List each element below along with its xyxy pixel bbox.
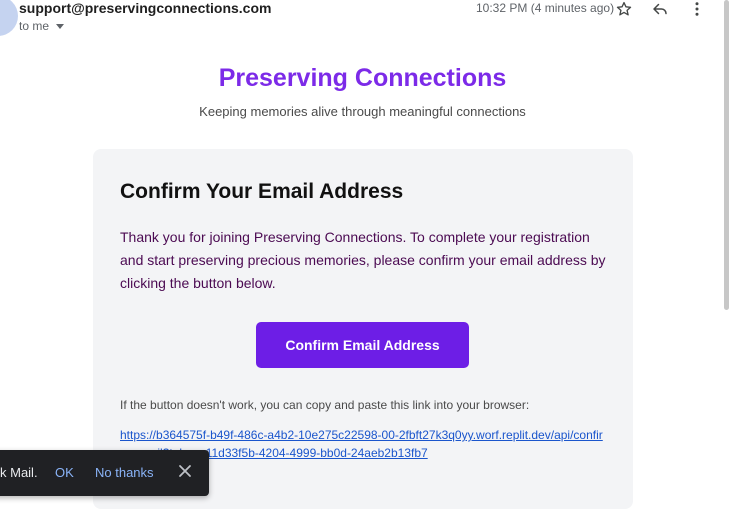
reply-icon[interactable] (651, 0, 669, 18)
confirm-email-button[interactable]: Confirm Email Address (256, 322, 469, 368)
close-icon[interactable] (178, 464, 192, 482)
brand-title: Preserving Connections (218, 64, 507, 92)
recipient-label: to me (19, 19, 50, 33)
snackbar-no-thanks-button[interactable]: No thanks (95, 465, 154, 480)
card-body-text: Thank you for joining Preserving Connect… (120, 229, 606, 291)
brand-tagline: Keeping memories alive through meaningfu… (199, 104, 526, 119)
sender-email[interactable]: support@preservingconnections.com (19, 0, 271, 16)
message-timestamp: 10:32 PM (4 minutes ago) (476, 1, 615, 15)
more-vert-icon[interactable] (688, 0, 706, 18)
scrollbar[interactable] (724, 0, 729, 310)
snackbar-ok-button[interactable]: OK (55, 465, 74, 480)
chevron-down-icon[interactable] (56, 24, 65, 30)
fallback-instruction: If the button doesn't work, you can copy… (120, 398, 530, 412)
recipient-line[interactable]: to me (19, 18, 65, 34)
snackbar-message: k Mail. (0, 465, 38, 480)
snackbar: k Mail. OK No thanks (0, 450, 209, 496)
star-icon[interactable] (615, 0, 633, 18)
card-title: Confirm Your Email Address (120, 180, 404, 203)
sender-avatar[interactable] (0, 0, 18, 36)
